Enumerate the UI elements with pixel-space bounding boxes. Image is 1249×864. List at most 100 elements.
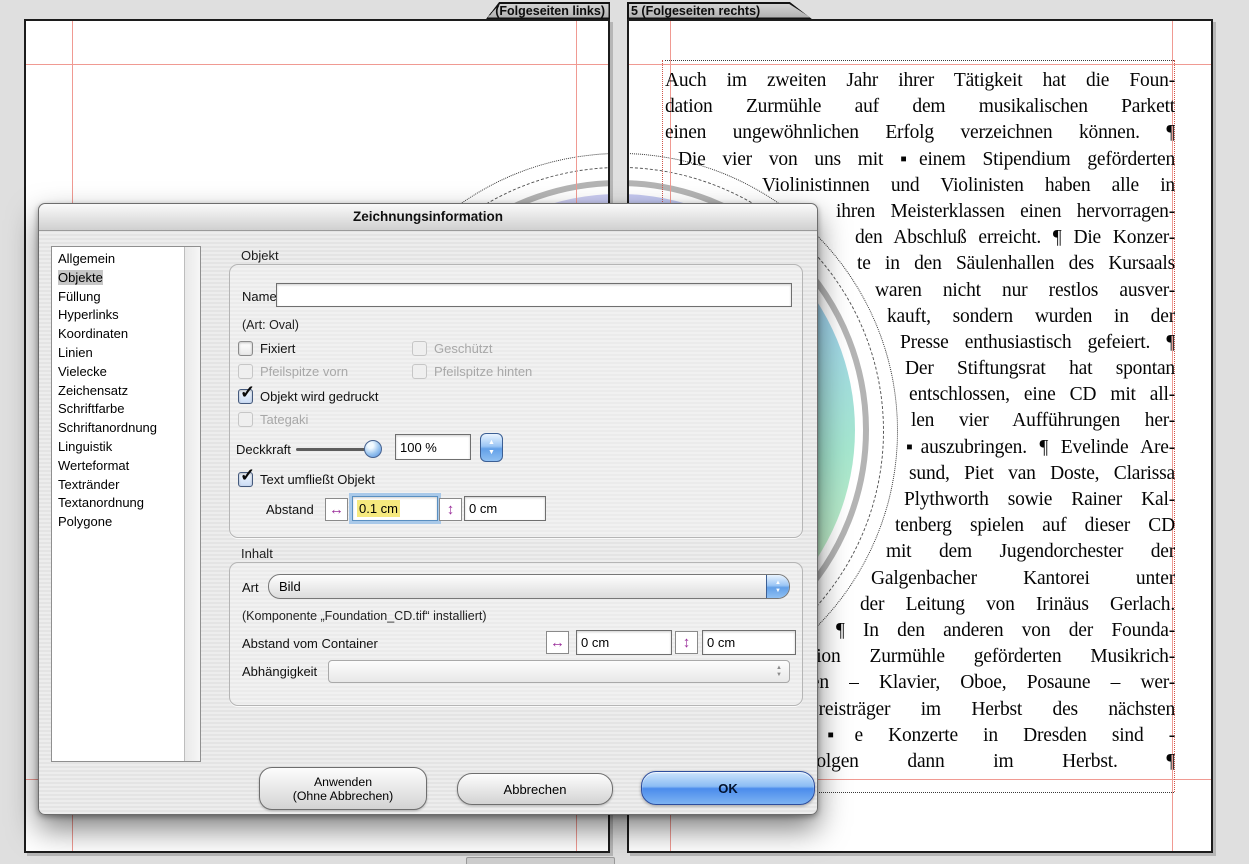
stepper-up-icon: ▲ bbox=[488, 439, 495, 446]
abstand-vom-container-label: Abstand vom Container bbox=[242, 636, 378, 651]
anwenden-label-line1: Anwenden bbox=[314, 775, 372, 789]
tab-page-5-label: 5 (Folgeseiten rechts) bbox=[631, 4, 760, 18]
ok-label: OK bbox=[718, 781, 738, 796]
fixiert-checkbox[interactable] bbox=[238, 341, 253, 356]
deckkraft-slider-track[interactable] bbox=[296, 448, 374, 451]
category-list-item[interactable]: Objekte bbox=[52, 269, 200, 288]
category-list-item[interactable]: Füllung bbox=[52, 288, 200, 307]
stepper-down-icon: ▼ bbox=[488, 449, 495, 456]
horizontal-arrow-icon: ↔ bbox=[325, 498, 348, 521]
text-line: Presse enthusiastisch gefeiert. ¶ bbox=[900, 330, 1175, 356]
fixiert-label: Fixiert bbox=[260, 341, 295, 356]
tab-page-4-label: 4 (Folgeseiten links) bbox=[485, 4, 605, 18]
abbrechen-label: Abbrechen bbox=[504, 782, 567, 797]
tab-next-page-stub[interactable] bbox=[466, 857, 615, 864]
category-list-item[interactable]: Linien bbox=[52, 344, 200, 363]
text-umfliesst-checkbox[interactable] bbox=[238, 472, 253, 487]
zeichnungsinformation-dialog: Zeichnungsinformation AllgemeinObjekteFü… bbox=[38, 203, 818, 815]
abhaengigkeit-dropdown[interactable]: ▲▼ bbox=[328, 660, 790, 683]
category-list-item[interactable]: Zeichensatz bbox=[52, 382, 200, 401]
komponente-note: (Komponente „Foundation_CD.tif“ installi… bbox=[242, 609, 487, 623]
geschuetzt-checkbox bbox=[412, 341, 427, 356]
text-line: Der Stiftungsrat hat spontan bbox=[905, 356, 1175, 382]
text-line: tion Zurmühle geförderten Musikrich- bbox=[811, 644, 1175, 670]
pfeilspitze-hinten-checkbox bbox=[412, 364, 427, 379]
category-list-item[interactable]: Polygone bbox=[52, 513, 200, 532]
list-scrollbar-track[interactable] bbox=[184, 247, 200, 761]
abstand-label: Abstand bbox=[266, 502, 314, 517]
text-line: einen ungewöhnlichen Erfolg verzeichnen … bbox=[665, 120, 1175, 146]
application-window: Auch im zweiten Jahr ihrer Tätigkeit hat… bbox=[0, 0, 1249, 864]
text-line: tenberg spielen auf dieser CD bbox=[895, 513, 1175, 539]
guide-line bbox=[26, 64, 608, 65]
text-line: ihren Meisterklassen einen hervorragen- bbox=[836, 199, 1175, 225]
vertical-arrow-icon: ↕ bbox=[439, 498, 462, 521]
selected-text: 0.1 cm bbox=[357, 500, 400, 517]
category-list-item[interactable]: Linguistik bbox=[52, 438, 200, 457]
category-list-item[interactable]: Schriftfarbe bbox=[52, 400, 200, 419]
anwenden-button[interactable]: Anwenden (Ohne Abbrechen) bbox=[259, 767, 427, 810]
deckkraft-slider-thumb[interactable] bbox=[364, 440, 382, 458]
objekt-wird-gedruckt-label: Objekt wird gedruckt bbox=[260, 389, 379, 404]
objekt-wird-gedruckt-checkbox[interactable] bbox=[238, 389, 253, 404]
pfeilspitze-vorn-label: Pfeilspitze vorn bbox=[260, 364, 348, 379]
container-horizontal-field[interactable]: 0 cm bbox=[576, 630, 672, 655]
pfeilspitze-hinten-label: Pfeilspitze hinten bbox=[434, 364, 532, 379]
text-line: tungen – Klavier, Oboe, Posaune – wer- bbox=[777, 670, 1175, 696]
text-line: Plythworth sowie Rainer Kal- bbox=[904, 487, 1175, 513]
text-umfliesst-label: Text umfließt Objekt bbox=[260, 472, 375, 487]
abbrechen-button[interactable]: Abbrechen bbox=[457, 773, 613, 805]
text-frame-top-border bbox=[665, 60, 1174, 61]
text-line: dation Zurmühle auf dem musikalischen Pa… bbox=[665, 94, 1175, 120]
dialog-category-list: AllgemeinObjekteFüllungHyperlinksKoordin… bbox=[51, 246, 201, 762]
text-line: kauft, sondern wurden in der bbox=[887, 304, 1175, 330]
category-list-item[interactable]: Schriftanordnung bbox=[52, 419, 200, 438]
text-line: den Abschluß erreicht. ¶ Die Konzer- bbox=[855, 225, 1175, 251]
guide-line bbox=[629, 64, 1211, 65]
text-line: Die vier von uns mit ▪einem Stipendium g… bbox=[678, 147, 1175, 173]
text-line: ¶ In den anderen von der Founda- bbox=[836, 618, 1175, 644]
objekt-group-title: Objekt bbox=[241, 248, 279, 263]
abstand-horizontal-field[interactable]: 0.1 cm bbox=[352, 496, 438, 521]
category-list-item[interactable]: Textanordnung bbox=[52, 494, 200, 513]
text-line: len vier Aufführungen her- bbox=[911, 408, 1175, 434]
text-line: entschlossen, eine CD mit all- bbox=[909, 382, 1175, 408]
deckkraft-stepper[interactable]: ▲ ▼ bbox=[480, 433, 503, 462]
category-list-item[interactable]: Werteformat bbox=[52, 457, 200, 476]
abhaengigkeit-label: Abhängigkeit bbox=[242, 664, 317, 679]
text-line: ▪auszubringen. ¶ Evelinde Are- bbox=[906, 435, 1175, 461]
abstand-vertical-field[interactable]: 0 cm bbox=[464, 496, 546, 521]
tategaki-label: Tategaki bbox=[260, 412, 308, 427]
inhalt-group-title: Inhalt bbox=[241, 546, 273, 561]
name-input[interactable] bbox=[276, 283, 792, 307]
text-line: sund, Piet van Doste, Clarissa bbox=[909, 461, 1175, 487]
art-popup[interactable]: Bild ▲▼ bbox=[268, 574, 790, 599]
geschuetzt-label: Geschützt bbox=[434, 341, 493, 356]
pfeilspitze-vorn-checkbox bbox=[238, 364, 253, 379]
ok-button[interactable]: OK bbox=[641, 771, 815, 805]
text-line: te in den Säulenhallen des Kursaals bbox=[857, 251, 1175, 277]
deckkraft-value-field[interactable]: 100 % bbox=[395, 434, 471, 460]
text-line: waren nicht nur restlos ausver- bbox=[875, 278, 1175, 304]
tategaki-checkbox bbox=[238, 412, 253, 427]
name-label: Name bbox=[242, 289, 277, 304]
category-list-item[interactable]: Koordinaten bbox=[52, 325, 200, 344]
art-note: (Art: Oval) bbox=[242, 318, 299, 332]
popup-arrows-icon: ▲▼ bbox=[766, 575, 789, 598]
category-list-item[interactable]: Vielecke bbox=[52, 363, 200, 382]
category-list-item[interactable]: Hyperlinks bbox=[52, 306, 200, 325]
text-line: Violinistinnen und Violinisten haben all… bbox=[762, 173, 1175, 199]
vertical-arrow-icon: ↕ bbox=[675, 631, 698, 654]
horizontal-arrow-icon: ↔ bbox=[546, 631, 569, 654]
category-list-item[interactable]: Textränder bbox=[52, 476, 200, 495]
container-vertical-field[interactable]: 0 cm bbox=[702, 630, 796, 655]
tab-page-4[interactable]: 4 (Folgeseiten links) bbox=[486, 2, 610, 19]
text-line: mit dem Jugendorchester der bbox=[886, 539, 1175, 565]
anwenden-label-line2: (Ohne Abbrechen) bbox=[293, 789, 394, 803]
text-line: der Leitung von Irinäus Gerlach. bbox=[860, 592, 1175, 618]
tab-page-5[interactable]: 5 (Folgeseiten rechts) bbox=[627, 2, 812, 19]
art-label: Art bbox=[242, 580, 259, 595]
category-list-item[interactable]: Allgemein bbox=[52, 250, 200, 269]
objekt-groupbox: Name (Art: Oval) Fixiert Geschützt Pfeil… bbox=[229, 264, 803, 538]
dialog-title: Zeichnungsinformation bbox=[39, 204, 817, 231]
